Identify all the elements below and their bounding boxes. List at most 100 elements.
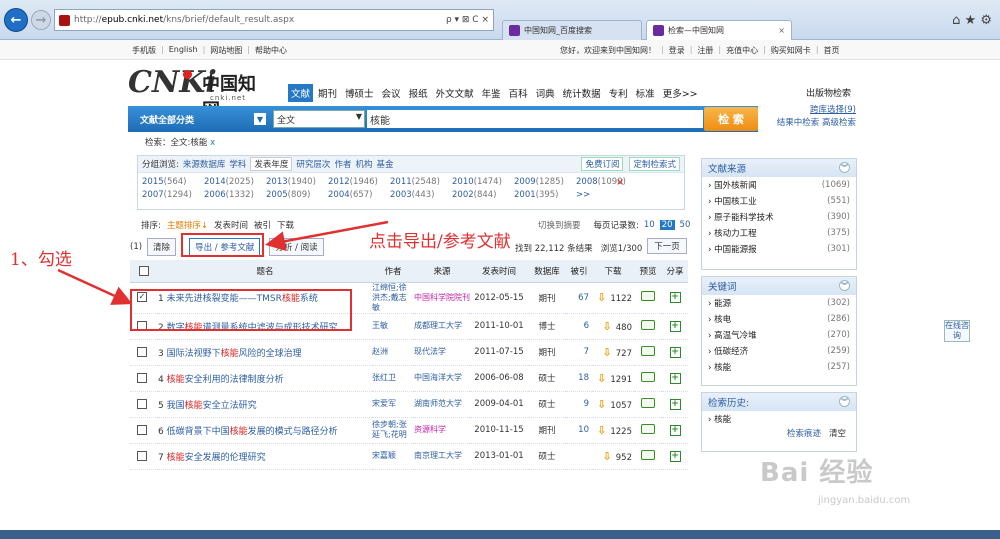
next-page-button[interactable]: 下一页 <box>647 238 687 254</box>
recharge-link[interactable]: 充值中心 <box>726 45 758 56</box>
row-source[interactable]: 资源科学 <box>414 417 470 444</box>
group-source-db[interactable]: 来源数据库 <box>183 158 226 170</box>
row-title-link[interactable]: 核能安全利用的法律制度分析 <box>167 375 284 385</box>
year-more[interactable]: >> <box>576 189 638 202</box>
address-controls[interactable]: ρ ▾ ⊠ C × <box>446 15 489 25</box>
close-icon[interactable]: × <box>616 176 678 189</box>
year-item[interactable]: 2015(564) <box>142 176 204 189</box>
row-checkbox[interactable] <box>137 450 147 461</box>
share-plus-icon[interactable]: + <box>669 320 681 332</box>
page-size-10[interactable]: 10 <box>644 220 655 230</box>
row-source[interactable]: 湖南师范大学 <box>414 391 470 418</box>
search-input[interactable]: 核能 <box>367 110 703 128</box>
publication-search-link[interactable]: 出版物检索 <box>806 86 851 99</box>
facet-item[interactable]: › 核能 (257) <box>702 359 856 375</box>
row-source[interactable]: 南京理工大学 <box>414 443 470 470</box>
clear-history-link[interactable]: 清空 <box>829 427 846 439</box>
online-consult-button[interactable]: 在线咨询 <box>944 320 970 342</box>
collapse-icon[interactable]: ︾ <box>839 280 850 291</box>
analyze-read-button[interactable]: 分析 / 阅读 <box>269 238 324 256</box>
year-item[interactable]: 2007(1294) <box>142 189 204 202</box>
download-icon[interactable]: ⇩ <box>597 424 606 437</box>
row-cited[interactable] <box>566 443 592 470</box>
nav-literature[interactable]: 文献 <box>288 84 314 102</box>
home-link[interactable]: 首页 <box>824 45 840 56</box>
preview-book-icon[interactable] <box>641 345 655 356</box>
mobile-link[interactable]: 手机版 <box>132 45 156 56</box>
tab-cnki[interactable]: 检索—中国知网 × <box>646 20 792 40</box>
history-item[interactable]: › 核能 <box>702 411 856 427</box>
sort-downloads[interactable]: 下载 <box>277 219 294 231</box>
facet-item[interactable]: › 核动力工程 (375) <box>702 225 856 241</box>
year-item[interactable]: 2001(395) <box>514 189 576 202</box>
facet-item[interactable]: › 高温气冷堆 (270) <box>702 327 856 343</box>
nav-thesis[interactable]: 博硕士 <box>342 84 377 102</box>
cross-db-link[interactable]: 跨库选择(9) <box>810 105 856 115</box>
nav-encyclopedia[interactable]: 百科 <box>506 84 531 102</box>
row-checkbox[interactable] <box>137 424 147 435</box>
nav-foreign[interactable]: 外文文献 <box>433 84 477 102</box>
group-level[interactable]: 研究层次 <box>296 158 330 170</box>
facet-item[interactable]: › 原子能科学技术 (390) <box>702 209 856 225</box>
page-size-50[interactable]: 50 <box>680 220 691 230</box>
year-item[interactable]: 2009(1285) <box>514 176 576 189</box>
download-icon[interactable]: ⇩ <box>603 346 612 359</box>
download-icon[interactable]: ⇩ <box>603 320 612 333</box>
forward-button[interactable]: → <box>31 10 51 30</box>
year-item[interactable]: 2013(1940) <box>266 176 328 189</box>
row-checkbox[interactable] <box>137 346 147 357</box>
english-link[interactable]: English <box>169 45 198 56</box>
login-link[interactable]: 登录 <box>669 45 685 56</box>
year-item[interactable]: 2010(1474) <box>452 176 514 189</box>
nav-conference[interactable]: 会议 <box>379 84 404 102</box>
share-plus-icon[interactable]: + <box>669 372 681 384</box>
nav-statistics[interactable]: 统计数据 <box>560 84 604 102</box>
select-all-checkbox[interactable] <box>139 265 149 276</box>
nav-journal[interactable]: 期刊 <box>315 84 340 102</box>
row-cited[interactable]: 18 <box>566 365 592 392</box>
share-plus-icon[interactable]: + <box>669 346 681 358</box>
row-source[interactable]: 中国科学院院刊 <box>414 282 470 314</box>
buy-card-link[interactable]: 购买知网卡 <box>771 45 811 56</box>
year-item[interactable]: 2003(443) <box>390 189 452 202</box>
nav-yearbook[interactable]: 年鉴 <box>479 84 504 102</box>
back-button[interactable]: ← <box>4 8 28 32</box>
custom-query-button[interactable]: 定制检索式 <box>629 157 680 171</box>
facet-item[interactable]: › 中国核工业 (551) <box>702 193 856 209</box>
address-bar[interactable]: http://epub.cnki.net/kns/brief/default_r… <box>54 9 494 31</box>
facet-item[interactable]: › 核电 (286) <box>702 311 856 327</box>
row-checkbox[interactable] <box>137 372 147 383</box>
group-author[interactable]: 作者 <box>334 158 351 170</box>
group-year[interactable]: 发表年度 <box>250 157 293 171</box>
row-cited[interactable]: 9 <box>566 391 592 418</box>
facet-item[interactable]: › 能源 (302) <box>702 295 856 311</box>
nav-patent[interactable]: 专利 <box>606 84 631 102</box>
nav-dictionary[interactable]: 词典 <box>533 84 558 102</box>
download-icon[interactable]: ⇩ <box>597 398 606 411</box>
preview-book-icon[interactable] <box>641 371 655 382</box>
share-plus-icon[interactable]: + <box>669 398 681 410</box>
row-author[interactable]: 宋爱军 <box>372 391 414 418</box>
row-checkbox[interactable] <box>137 398 147 409</box>
preview-book-icon[interactable] <box>641 449 655 460</box>
search-in-result-link[interactable]: 结果中检索 <box>777 118 820 128</box>
row-author[interactable]: 江绵恒;徐洪杰;戴志敏 <box>372 282 414 314</box>
row-cited[interactable]: 10 <box>566 417 592 444</box>
browser-tools[interactable]: ⌂ ★ ⚙ <box>952 13 992 28</box>
share-plus-icon[interactable]: + <box>669 450 681 462</box>
clear-button[interactable]: 清除 <box>147 238 177 256</box>
row-cited[interactable]: 7 <box>566 339 592 366</box>
search-button[interactable]: 检 索 <box>704 107 758 131</box>
sort-topic[interactable]: 主题排序↓ <box>167 219 208 231</box>
sitemap-link[interactable]: 网站地图 <box>210 45 242 56</box>
share-plus-icon[interactable]: + <box>669 292 681 303</box>
nav-standard[interactable]: 标准 <box>633 84 658 102</box>
remove-filter-icon[interactable]: x <box>210 138 215 148</box>
sort-cited[interactable]: 被引 <box>254 219 271 231</box>
row-title-link[interactable]: 国际法视野下核能风险的全球治理 <box>167 349 302 359</box>
row-cited[interactable]: 6 <box>566 313 592 340</box>
toggle-abstract-link[interactable]: 切换到摘要 <box>538 219 581 231</box>
sort-date[interactable]: 发表时间 <box>214 219 248 231</box>
facet-item[interactable]: › 国外核新闻 (1069) <box>702 177 856 193</box>
page-size-20[interactable]: 20 <box>659 220 675 230</box>
